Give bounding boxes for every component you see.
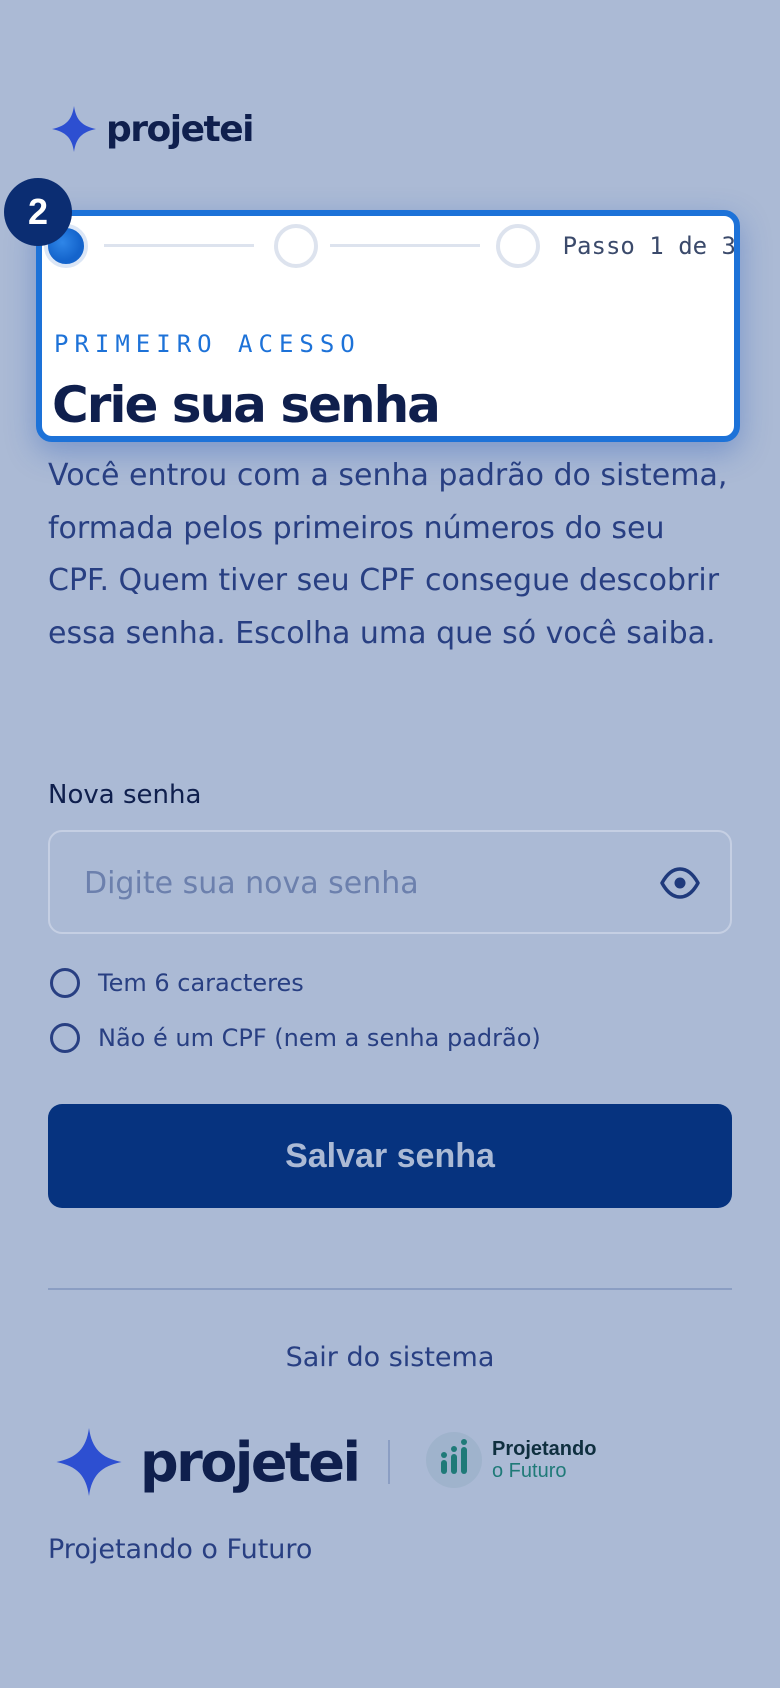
star-icon: [56, 1428, 122, 1496]
step-counter: Passo 1 de 3: [562, 232, 736, 260]
requirement-status-icon: [50, 1023, 80, 1053]
partner-name-line1: Projetando: [492, 1438, 597, 1460]
header-logo: projetei: [52, 106, 254, 152]
step-dot-2: [274, 224, 318, 268]
footer-brand-logo: projetei: [56, 1428, 361, 1496]
progress-stepper: Passo 1 de 3: [44, 224, 736, 270]
eye-icon[interactable]: [660, 863, 700, 903]
brand-name: projetei: [106, 108, 254, 150]
logo-separator: [388, 1440, 390, 1484]
step-dot-3: [496, 224, 540, 268]
star-icon: [52, 106, 96, 152]
footer-caption: Projetando o Futuro: [48, 1534, 313, 1565]
step-connector: [104, 244, 254, 247]
partner-logo: Projetando o Futuro: [426, 1432, 596, 1488]
divider: [48, 1288, 732, 1290]
logout-link[interactable]: Sair do sistema: [0, 1342, 780, 1373]
header-card: Passo 1 de 3 PRIMEIRO ACESSO Crie sua se…: [36, 210, 740, 442]
password-label: Nova senha: [48, 780, 202, 810]
requirement-item: Tem 6 caracteres: [50, 968, 304, 998]
password-input[interactable]: [82, 832, 646, 934]
requirement-status-icon: [50, 968, 80, 998]
save-password-button[interactable]: Salvar senha: [48, 1104, 732, 1208]
step-connector: [330, 244, 480, 247]
requirement-text: Tem 6 caracteres: [98, 969, 304, 997]
partner-name-line2: o Futuro: [492, 1460, 567, 1482]
description-text: Você entrou com a senha padrão do sistem…: [48, 458, 728, 651]
password-field: [48, 830, 732, 934]
page-title: Crie sua senha: [52, 376, 441, 434]
bar-chart-icon: [426, 1432, 482, 1488]
eyebrow-label: PRIMEIRO ACESSO: [54, 330, 361, 358]
step-badge: 2: [4, 178, 72, 246]
requirement-text: Não é um CPF (nem a senha padrão): [98, 1024, 541, 1052]
requirement-item: Não é um CPF (nem a senha padrão): [50, 1023, 541, 1053]
brand-name: projetei: [140, 1430, 361, 1494]
